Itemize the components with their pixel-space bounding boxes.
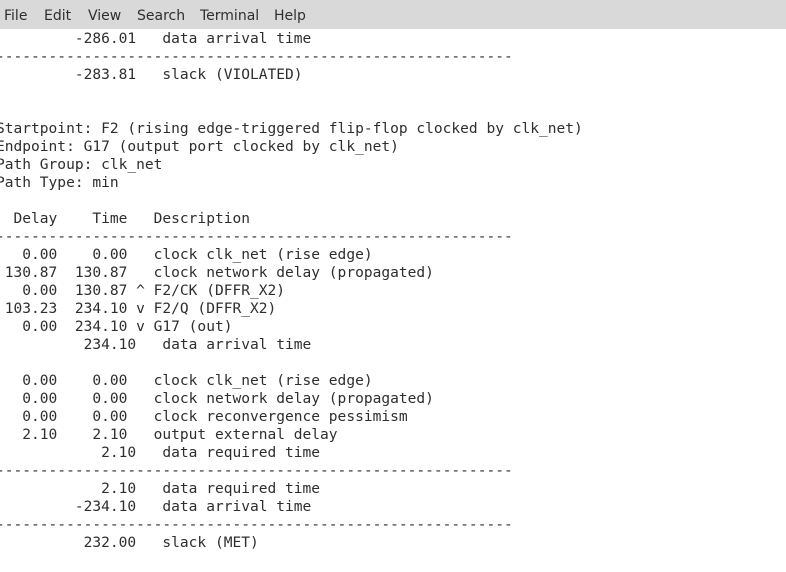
terminal-line: 234.10 data arrival time [0,336,312,353]
terminal-line: 0.00 0.00 clock reconvergence pessimism [0,408,408,425]
menu-view[interactable]: View [88,0,121,29]
menu-bar: File Edit View Search Terminal Help [0,0,786,29]
terminal-line: 0.00 0.00 clock clk_net (rise edge) [0,246,373,263]
terminal-window: File Edit View Search Terminal Help -286… [0,0,786,572]
terminal-line: ----------------------------------------… [0,228,513,245]
terminal-line: -234.10 data arrival time [0,498,312,515]
terminal-line: 103.23 234.10 v F2/Q (DFFR_X2) [0,300,277,317]
terminal-line: Startpoint: F2 (rising edge-triggered fl… [0,120,583,137]
menu-terminal[interactable]: Terminal [200,0,259,29]
terminal-line: ----------------------------------------… [0,48,513,65]
terminal-line: ----------------------------------------… [0,462,513,479]
terminal-line: Endpoint: G17 (output port clocked by cl… [0,138,399,155]
menu-search[interactable]: Search [137,0,185,29]
terminal-line: 232.00 slack (MET) [0,534,259,551]
terminal-line: Delay Time Description [0,210,250,227]
terminal-line: -286.01 data arrival time [0,30,312,47]
terminal-line: 0.00 0.00 clock network delay (propagate… [0,390,434,407]
terminal-line: 0.00 0.00 clock clk_net (rise edge) [0,372,373,389]
terminal-line: ----------------------------------------… [0,516,513,533]
terminal-line: -283.81 slack (VIOLATED) [0,66,303,83]
terminal-line: 130.87 130.87 clock network delay (propa… [0,264,434,281]
menu-file[interactable]: File [4,0,27,29]
menu-edit[interactable]: Edit [44,0,71,29]
terminal-line: Path Group: clk_net [0,156,163,173]
terminal-line: 2.10 data required time [0,480,321,497]
terminal-line: 2.10 data required time [0,444,321,461]
terminal-output[interactable]: -286.01 data arrival time --------------… [0,29,786,572]
terminal-line: 0.00 130.87 ^ F2/CK (DFFR_X2) [0,282,286,299]
terminal-line: Path Type: min [0,174,119,191]
menu-help[interactable]: Help [274,0,306,29]
terminal-line: 0.00 234.10 v G17 (out) [0,318,233,335]
terminal-line: 2.10 2.10 output external delay [0,426,338,443]
